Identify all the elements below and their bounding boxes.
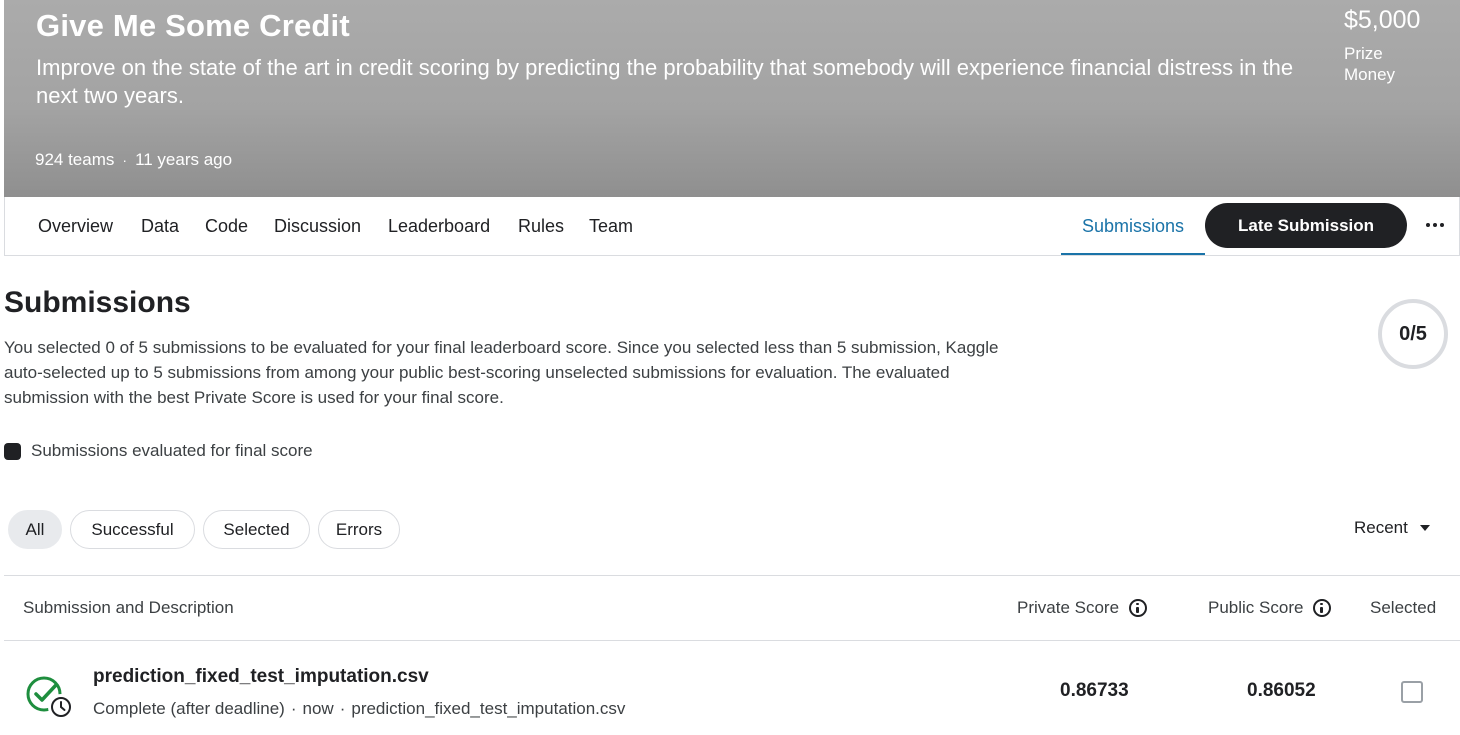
tab-code[interactable]: Code: [205, 197, 248, 255]
submission-time: now: [302, 699, 334, 718]
header-public-label: Public Score: [1208, 598, 1304, 617]
header-selected-label: Selected: [1370, 598, 1437, 617]
info-icon[interactable]: [1129, 599, 1148, 617]
meta-separator: ·: [122, 152, 128, 168]
meta-separator: ·: [290, 699, 297, 718]
tab-overview[interactable]: Overview: [38, 197, 113, 255]
table-row: prediction_fixed_test_imputation.csv Com…: [4, 642, 1460, 735]
info-icon[interactable]: [1313, 599, 1332, 617]
header-private-label: Private Score: [1017, 598, 1120, 617]
tab-rules[interactable]: Rules: [518, 197, 564, 255]
competition-title: Give Me Some Credit: [36, 8, 350, 43]
complete-check-icon: [26, 676, 74, 720]
selected-count-ring: 0/5: [1378, 299, 1448, 369]
header-submission: Submission and Description: [23, 598, 234, 618]
page-title: Submissions: [4, 286, 191, 319]
filter-errors[interactable]: Errors: [318, 510, 400, 549]
prize-amount: $5,000: [1344, 6, 1421, 34]
competition-description: Improve on the state of the art in credi…: [36, 55, 1294, 108]
competition-age: 11 years ago: [135, 150, 233, 169]
filter-selected[interactable]: Selected: [203, 510, 310, 549]
header-public-score: Public Score: [1208, 598, 1332, 618]
submission-description: prediction_fixed_test_imputation.csv: [351, 699, 626, 718]
submission-meta: Complete (after deadline) · now · predic…: [93, 699, 625, 719]
tab-discussion[interactable]: Discussion: [274, 197, 361, 255]
header-private-score: Private Score: [1017, 598, 1148, 618]
late-submission-button[interactable]: Late Submission: [1205, 203, 1407, 248]
selected-checkbox[interactable]: [1401, 681, 1423, 703]
prize-block: $5,000 Prize Money: [1344, 6, 1454, 85]
filter-successful[interactable]: Successful: [70, 510, 195, 549]
table-header: Submission and Description Private Score…: [4, 576, 1460, 641]
tab-submissions[interactable]: Submissions: [1061, 197, 1206, 255]
teams-count: 924 teams: [35, 150, 115, 169]
public-score: 0.86052: [1247, 680, 1316, 701]
private-score: 0.86733: [1060, 680, 1129, 701]
sort-dropdown[interactable]: Recent: [1354, 518, 1430, 538]
header-selected: Selected: [1370, 598, 1436, 618]
tab-leaderboard[interactable]: Leaderboard: [388, 197, 490, 255]
submission-file-name[interactable]: prediction_fixed_test_imputation.csv: [93, 666, 429, 688]
tab-data[interactable]: Data: [141, 197, 179, 255]
legend-label: Submissions evaluated for final score: [31, 441, 313, 460]
sort-label: Recent: [1354, 518, 1408, 537]
prize-label: Prize Money: [1344, 44, 1396, 84]
competition-nav: Overview Data Code Discussion Leaderboar…: [4, 197, 1460, 256]
submissions-description: You selected 0 of 5 submissions to be ev…: [4, 338, 999, 407]
filter-all[interactable]: All: [8, 510, 62, 549]
more-horizontal-icon[interactable]: [1423, 210, 1447, 240]
competition-meta: 924 teams · 11 years ago: [35, 150, 232, 170]
tab-team[interactable]: Team: [589, 197, 633, 255]
header-submission-label: Submission and Description: [23, 598, 234, 617]
competition-header: Give Me Some Credit Improve on the state…: [4, 0, 1460, 197]
meta-separator: ·: [339, 699, 346, 718]
caret-down-icon: [1419, 525, 1430, 531]
submission-status: Complete (after deadline): [93, 699, 285, 718]
legend-swatch: [4, 442, 21, 460]
final-score-legend: Submissions evaluated for final score: [4, 441, 313, 461]
